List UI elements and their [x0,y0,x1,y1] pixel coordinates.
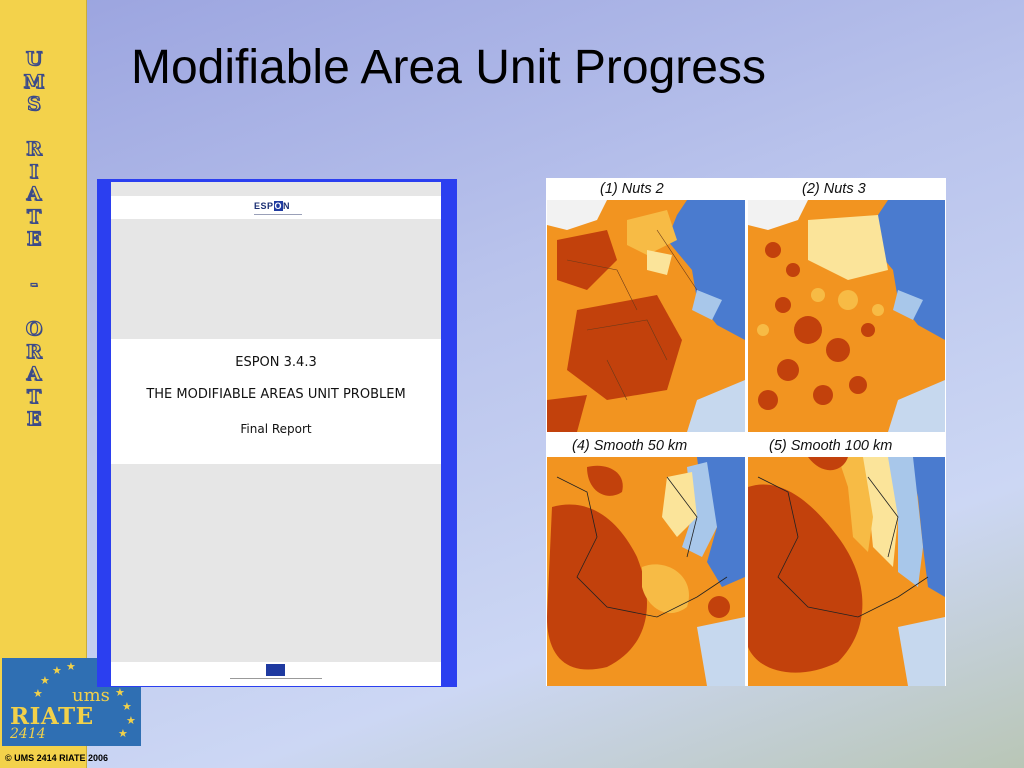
report-title-band: ESPON 3.4.3 THE MODIFIABLE AREAS UNIT PR… [111,339,441,464]
sidebar-letter: O [25,317,43,340]
sidebar-band: U M S R I A T E - O R A T E [0,0,87,768]
espon-logo-o: O [273,201,284,211]
sidebar-letter: E [26,227,42,250]
svg-text:★: ★ [126,714,136,727]
map-label-nuts2: (1) Nuts 2 [600,181,664,197]
report-title: THE MODIFIABLE AREAS UNIT PROBLEM [146,387,406,402]
maps-figure: (1) Nuts 2 (2) Nuts 3 (4) Smooth 50 km (… [546,178,946,686]
sidebar-letter: M [23,70,45,93]
sidebar-letter: R [26,340,43,363]
espon-logo: ESPON [254,201,290,211]
logo-number: 2414 [10,726,46,742]
report-page: ESPON ESPON 3.4.3 THE MODIFIABLE AREAS U… [111,182,441,686]
svg-text:★: ★ [122,700,132,713]
svg-text:★: ★ [33,687,43,700]
report-footer-text-line [230,678,322,679]
sidebar-letter: S [27,92,42,115]
sidebar-letter: E [26,407,42,430]
map-smooth100 [748,457,945,686]
map-smooth50 [547,457,745,686]
copyright-notice: © UMS 2414 RIATE 2006 [5,753,109,763]
sidebar-letter: U [25,47,43,70]
sidebar-letter: A [26,182,42,205]
map-nuts2 [547,200,745,432]
sidebar-letter: T [26,205,42,228]
espon-tagline-line [254,214,302,215]
svg-text:★: ★ [40,674,50,687]
map-label-nuts3: (2) Nuts 3 [802,181,866,197]
espon-logo-pre: ESP [254,201,274,211]
report-subtitle: Final Report [240,422,312,436]
map-label-smooth100: (5) Smooth 100 km [769,438,893,454]
svg-text:★: ★ [118,727,128,740]
svg-text:★: ★ [115,686,125,699]
sidebar-letter: - [29,272,38,295]
sidebar-letter: A [26,362,42,385]
svg-text:★: ★ [66,660,76,673]
sidebar-letter: I [29,160,39,183]
vertical-org-name: U M S R I A T E - O R A T E [0,47,68,430]
map-label-smooth50: (4) Smooth 50 km [572,438,688,454]
map-nuts3 [748,200,945,432]
espon-logo-post: N [283,201,291,211]
report-cover: ESPON ESPON 3.4.3 THE MODIFIABLE AREAS U… [97,179,457,687]
eu-flag-icon [266,664,285,676]
sidebar-letter: R [26,137,43,160]
report-footer [111,662,441,686]
report-project-number: ESPON 3.4.3 [235,355,317,370]
svg-text:★: ★ [52,664,62,677]
slide-title: Modifiable Area Unit Progress [131,41,766,94]
sidebar-letter: T [26,385,42,408]
